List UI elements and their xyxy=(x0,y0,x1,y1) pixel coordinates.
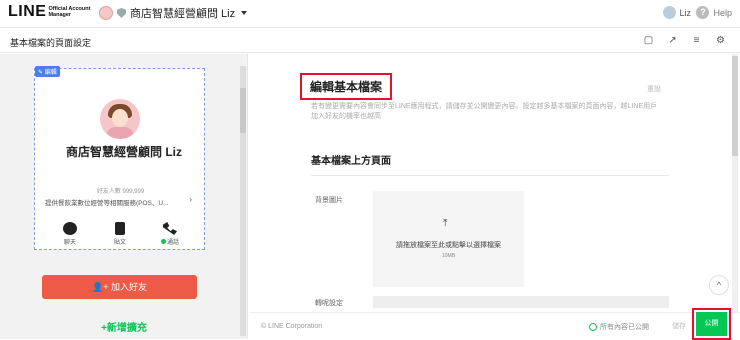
post-icon xyxy=(115,222,125,235)
toolbar: ▢ ↗ ≡ ⚙ xyxy=(643,35,726,46)
dropzone-size: 10MB xyxy=(441,253,456,259)
profile-preview-card[interactable]: ✎ 編輯 商店智慧經營顧問 Liz 好友人數 999,999 提供餐飲業數位經營… xyxy=(34,66,205,250)
list-icon[interactable]: ≡ xyxy=(691,35,702,46)
status-dot xyxy=(160,239,166,244)
logo-sub: Official Account Manager xyxy=(48,6,91,18)
dropzone-text: 請拖放檔案至此或點擊以選擇檔案 xyxy=(396,242,501,249)
shield-icon xyxy=(117,8,126,18)
copyright: © LINE Corporation xyxy=(261,323,323,330)
sub-header: 基本檔案的頁面設定 ▢ ↗ ≡ ⚙ xyxy=(0,29,740,53)
add-friend-button[interactable]: 👤+ 加入好友 xyxy=(42,275,197,299)
editor-panel: 編輯基本檔案 重設 若有變更需要內容會同步至LINE應用程式，請儲存並公開變更內… xyxy=(249,54,740,339)
upload-icon: ⤒ xyxy=(443,218,448,229)
editor-scrollbar[interactable] xyxy=(732,54,738,312)
action-chat[interactable]: 聊天 xyxy=(55,222,85,246)
preview-scrollbar[interactable] xyxy=(240,66,246,336)
edit-badge[interactable]: ✎ 編輯 xyxy=(35,66,60,77)
profile-avatar xyxy=(100,99,140,139)
saved-status-text: 所有內容已公開 xyxy=(600,324,649,331)
add-friend-icon: 👤+ xyxy=(92,282,111,292)
preview-icon[interactable]: ▢ xyxy=(643,35,654,46)
gear-icon[interactable]: ⚙ xyxy=(715,35,726,46)
account-switcher[interactable]: 商店智慧經營顧問 Liz xyxy=(99,5,248,21)
bg-image-dropzone[interactable]: ⤒ 請拖放檔案至此或點擊以選擇檔案 10MB xyxy=(373,191,524,287)
chevron-down-icon xyxy=(241,11,248,15)
help-link[interactable]: ? Help xyxy=(696,6,732,19)
user-menu[interactable]: Liz xyxy=(663,6,691,19)
profile-name: 商店智慧經營顧問 Liz xyxy=(66,145,182,159)
editor-description: 若有變更需要內容會同步至LINE應用程式，請儲存並公開變更內容。設定越多基本檔案… xyxy=(311,103,658,120)
publish-button[interactable]: 公開 xyxy=(696,312,727,336)
external-link-icon[interactable]: ↗ xyxy=(667,35,678,46)
action-label: 通話 xyxy=(166,240,179,246)
footer-bar: © LINE Corporation 所有內容已公開 儲存 公開 xyxy=(249,308,740,340)
profile-actions: 聊天 貼文 通話 xyxy=(55,222,185,246)
chevron-right-icon: › xyxy=(189,195,192,204)
action-post[interactable]: 貼文 xyxy=(105,222,135,246)
account-avatar xyxy=(99,6,113,20)
question-icon: ? xyxy=(696,6,710,19)
phone-icon xyxy=(163,222,177,235)
publish-highlight: 公開 xyxy=(692,308,731,340)
chat-icon xyxy=(63,222,77,235)
scroll-top-button[interactable]: ^ xyxy=(709,275,729,295)
action-label: 聊天 xyxy=(63,240,76,246)
divider xyxy=(311,175,669,176)
reset-link[interactable]: 重設 xyxy=(647,84,661,94)
logo-main: LINE xyxy=(8,3,47,20)
top-bar: LINE Official Account Manager 商店智慧經營顧問 L… xyxy=(0,0,740,28)
add-friend-label: 加入好友 xyxy=(110,282,147,292)
profile-description: 提供餐飲業數位經營等相關服務(POS、U... xyxy=(45,200,169,207)
save-button[interactable]: 儲存 xyxy=(669,319,689,334)
check-circle-icon xyxy=(589,323,597,331)
editor-title: 編輯基本檔案 xyxy=(300,73,393,100)
bg-image-label: 背景圖片 xyxy=(315,197,343,204)
button-setting-label: 轉呢設定 xyxy=(315,300,343,307)
user-name: Liz xyxy=(679,7,691,18)
friends-count: 好友人數 999,999 xyxy=(96,189,145,195)
user-avatar xyxy=(663,6,677,19)
account-name: 商店智慧經營顧問 Liz xyxy=(130,8,236,20)
action-call[interactable]: 通話 xyxy=(155,222,185,246)
preview-panel: ✎ 編輯 商店智慧經營顧問 Liz 好友人數 999,999 提供餐飲業數位經營… xyxy=(0,54,248,339)
section-title: 基本檔案上方頁面 xyxy=(311,156,391,167)
action-label: 貼文 xyxy=(113,240,126,246)
add-extension-button[interactable]: +新增擴充 xyxy=(0,319,248,334)
line-logo[interactable]: LINE Official Account Manager xyxy=(8,3,98,21)
page-title: 基本檔案的頁面設定 xyxy=(10,38,92,48)
button-setting-field[interactable] xyxy=(373,296,669,308)
help-label: Help xyxy=(713,7,732,18)
saved-status: 所有內容已公開 xyxy=(589,322,649,332)
